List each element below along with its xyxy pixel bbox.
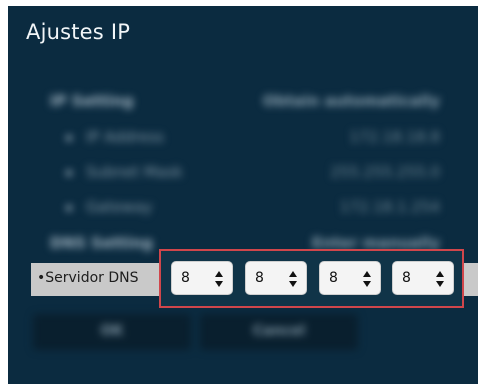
bullet-icon: [66, 134, 72, 141]
screen-frame: Ajustes IP IP Setting Obtain automatical…: [0, 0, 485, 387]
dns-octet-4-stepper[interactable]: 8: [392, 261, 454, 295]
page-title: Ajustes IP: [26, 20, 131, 44]
dns-octet-4-value: 8: [402, 270, 411, 286]
dns-octet-1-value: 8: [181, 270, 190, 286]
ip-address-row[interactable]: IP Address 172.18.18.8: [50, 128, 440, 150]
cancel-button[interactable]: Cancel: [200, 314, 358, 350]
dns-octet-2-value: 8: [255, 270, 264, 286]
ip-address-value: 172.18.18.8: [349, 128, 440, 146]
ok-button-label: OK: [100, 323, 124, 339]
ip-setting-label: IP Setting: [50, 92, 134, 110]
dns-octet-1-stepper[interactable]: 8: [171, 261, 233, 295]
dns-server-label: •Servidor DNS: [37, 270, 139, 286]
up-down-arrows-icon: [289, 271, 297, 287]
bullet-icon: [66, 169, 72, 176]
gateway-label: Gateway: [86, 198, 153, 216]
up-down-arrows-icon: [436, 271, 444, 287]
ip-setting-row[interactable]: IP Setting Obtain automatically: [50, 92, 440, 114]
gateway-value: 172.18.1.254: [339, 198, 440, 216]
up-down-arrows-icon: [363, 271, 371, 287]
dns-octet-3-stepper[interactable]: 8: [319, 261, 381, 295]
gateway-row[interactable]: Gateway 172.18.1.254: [50, 198, 440, 220]
subnet-mask-label: Subnet Mask: [86, 163, 183, 181]
ip-address-label: IP Address: [86, 128, 164, 146]
dns-octet-3-value: 8: [329, 270, 338, 286]
subnet-mask-value: 255.255.255.0: [330, 163, 440, 181]
up-down-arrows-icon: [215, 271, 223, 287]
subnet-mask-row[interactable]: Subnet Mask 255.255.255.0: [50, 163, 440, 185]
dns-setting-label: DNS Setting: [50, 234, 153, 252]
ip-setting-value: Obtain automatically: [262, 92, 440, 110]
cancel-button-label: Cancel: [252, 323, 306, 339]
dns-octet-2-stepper[interactable]: 8: [245, 261, 307, 295]
ok-button[interactable]: OK: [33, 314, 191, 350]
bullet-icon: [66, 204, 72, 211]
